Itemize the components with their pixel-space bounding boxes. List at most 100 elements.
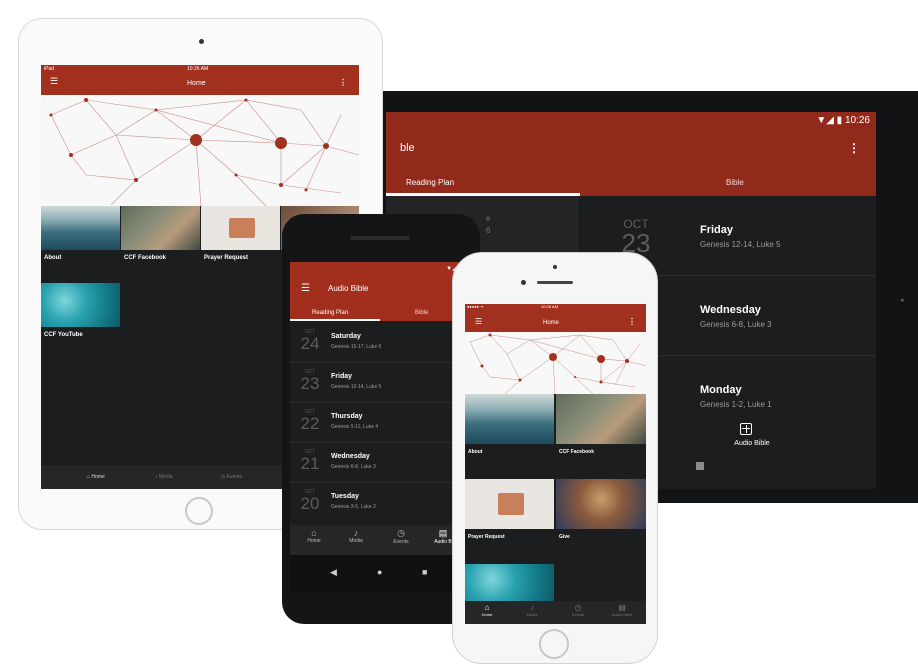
row-date: 20 <box>300 494 320 513</box>
app-title: Home <box>187 80 206 87</box>
row-reading: Genesis 12-14, Luke 5 <box>331 384 382 390</box>
tile-facebook-image[interactable] <box>556 394 646 444</box>
reading-row[interactable]: OCT 20 Tuesday Genesis 3-5, Luke 2 <box>290 483 472 523</box>
reading-row[interactable]: OCT 21 Wednesday Genesis 6-8, Luke 3 <box>290 443 472 483</box>
reading-row[interactable]: OCT 23 Friday Genesis 12-14, Luke 5 <box>290 363 472 403</box>
tab-bible[interactable]: Bible <box>726 178 744 187</box>
app-bar: ▼◢ ▮ 10 ☰ Audio Bible Reading Plan Bible <box>290 262 472 321</box>
overflow-menu-icon[interactable]: ⋮ <box>628 317 636 326</box>
row-day: Wednesday <box>700 304 761 316</box>
nav-events-label: Events <box>226 474 243 480</box>
speaker-grill <box>350 236 410 240</box>
row-date: 22 <box>300 414 320 433</box>
app-title: ble <box>400 142 415 154</box>
partial-text: e <box>486 214 491 223</box>
iphone-screen: ●●●●● ᯤ 10:26 AM ☰ Home ⋮ About CCF Face… <box>465 304 646 624</box>
tile-about-image[interactable] <box>465 394 554 444</box>
tab-bible[interactable]: Bible <box>415 310 428 316</box>
nav-home[interactable]: ⌂ Home <box>304 528 324 544</box>
status-time: 10:26 AM <box>187 66 209 72</box>
app-title: Home <box>543 320 560 326</box>
tile-facebook-label[interactable]: CCF Facebook <box>559 449 594 455</box>
nav-home[interactable]: ⌂ Home <box>87 474 105 480</box>
audio-bible-label[interactable]: Audio Bible <box>722 440 782 447</box>
row-day: Friday <box>700 224 734 236</box>
back-icon[interactable]: ◀ <box>330 567 337 578</box>
menu-icon[interactable]: ☰ <box>50 76 58 87</box>
app-bar: ●●●●● ᯤ 10:26 AM ☰ Home ⋮ <box>465 304 646 332</box>
network-graphic <box>49 98 359 207</box>
row-reading: Genesis 12-14, Luke 5 <box>700 240 781 249</box>
tile-about-label[interactable]: About <box>468 449 482 455</box>
network-hero-image <box>465 332 646 395</box>
network-hero-image <box>41 95 359 207</box>
home-circle-icon[interactable]: ● <box>377 567 382 577</box>
tile-give-image[interactable] <box>556 479 646 529</box>
audio-bible-icon[interactable] <box>740 423 752 435</box>
overflow-menu-icon[interactable]: ⋮ <box>339 78 347 87</box>
row-date: 23 <box>300 374 320 393</box>
status-carrier: ●●●●● ᯤ <box>467 304 484 309</box>
recents-icon[interactable]: ■ <box>422 567 427 577</box>
home-button[interactable] <box>539 629 569 659</box>
nav-home-label: Home <box>481 612 493 617</box>
tile-youtube-image[interactable] <box>465 564 554 601</box>
status-time: 10:26 AM <box>541 304 558 309</box>
iphone-device: ●●●●● ᯤ 10:26 AM ☰ Home ⋮ About CCF Face… <box>452 252 658 664</box>
reading-row[interactable]: OCT 24 Saturday Genesis 15-17, Luke 6 <box>290 323 472 363</box>
row-reading: Genesis 9-11, Luke 4 <box>331 424 379 430</box>
nav-events[interactable]: ◷ Events <box>390 528 412 545</box>
nav-home[interactable]: ⌂ Home <box>478 603 496 617</box>
row-reading: Genesis 6-8, Luke 3 <box>331 464 376 470</box>
row-reading: Genesis 6-8, Luke 3 <box>700 320 772 329</box>
overflow-menu-icon[interactable]: ⋮ <box>848 141 860 155</box>
tile-youtube-image[interactable] <box>41 283 120 327</box>
nav-events[interactable]: ◷ Events <box>567 603 589 617</box>
home-icon: ⌂ <box>484 603 490 612</box>
menu-icon[interactable]: ☰ <box>301 283 310 294</box>
tile-prayer-label[interactable]: Prayer Request <box>468 534 505 540</box>
tile-about-image[interactable] <box>41 206 120 250</box>
home-icon: ⌂ <box>311 528 317 538</box>
app-title: Audio Bible <box>328 284 369 293</box>
tile-prayer-image[interactable] <box>201 206 280 250</box>
home-button[interactable] <box>185 497 213 525</box>
tile-about-label[interactable]: About <box>44 255 61 261</box>
reading-row[interactable]: OCT 22 Thursday Genesis 9-11, Luke 4 <box>290 403 472 443</box>
tile-prayer-label[interactable]: Prayer Request <box>204 255 248 261</box>
mic-icon: ♪ <box>353 528 359 538</box>
tab-reading-plan[interactable]: Reading Plan <box>312 310 348 316</box>
nav-media-label: Media <box>349 538 363 544</box>
nav-events-label: Events <box>571 612 585 617</box>
network-graphic <box>469 333 646 395</box>
tile-give-label[interactable]: Give <box>559 534 570 540</box>
menu-icon[interactable]: ☰ <box>475 317 482 326</box>
mic-icon: ♪ <box>155 474 158 480</box>
nav-media[interactable]: ♪ Media <box>155 474 173 480</box>
tab-reading-plan[interactable]: Reading Plan <box>406 178 454 187</box>
row-reading: Genesis 1-2, Luke 1 <box>700 400 772 409</box>
nav-media-label: Media <box>158 474 173 480</box>
row-day: Friday <box>331 373 353 380</box>
nav-audio-bible-label: Audio Bible <box>611 612 633 617</box>
nav-media[interactable]: ♪ Media <box>521 603 543 617</box>
status-carrier: iPad <box>44 66 55 72</box>
nav-audio-bible[interactable]: ▤ Audio Bible <box>605 603 639 617</box>
row-day: Thursday <box>331 413 363 420</box>
tile-facebook-label[interactable]: CCF Facebook <box>124 255 166 261</box>
row-day: Saturday <box>331 333 361 340</box>
android-phone-device: ▼◢ ▮ 10 ☰ Audio Bible Reading Plan Bible… <box>282 214 480 624</box>
nav-media[interactable]: ♪ Media <box>346 528 366 544</box>
nav-events-label: Events <box>393 539 409 545</box>
home-icon: ⌂ <box>87 474 91 480</box>
tile-prayer-image[interactable] <box>465 479 554 529</box>
row-reading: Genesis 15-17, Luke 6 <box>331 344 382 350</box>
row-date: 24 <box>300 334 320 353</box>
nav-square-icon[interactable] <box>696 462 704 470</box>
nav-events[interactable]: ◷ Events <box>221 474 242 480</box>
tile-youtube-label[interactable]: CCF YouTube <box>44 332 83 338</box>
nav-home-label: Home <box>307 538 321 544</box>
tile-facebook-image[interactable] <box>121 206 200 250</box>
sensor-dot <box>521 280 526 285</box>
bottom-nav: ⌂ Home ♪ Media ◷ Events ▤ Audio Bible <box>465 601 646 624</box>
